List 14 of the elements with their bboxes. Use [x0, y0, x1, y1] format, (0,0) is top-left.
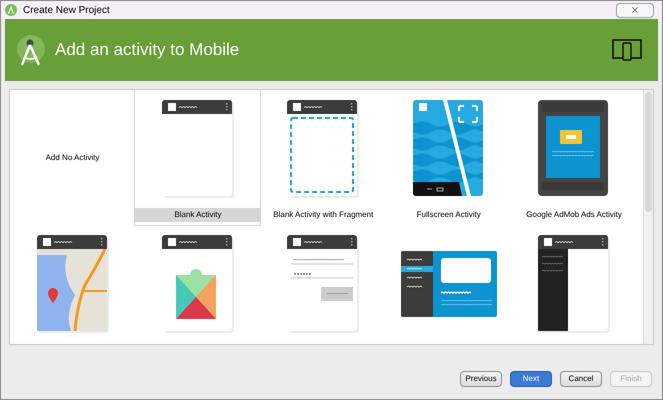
activity-tile[interactable]: Blank Activity: [135, 90, 260, 225]
close-icon: [630, 5, 640, 15]
app-icon: [5, 4, 17, 16]
activity-tile[interactable]: Fullscreen Activity: [386, 90, 512, 225]
header-title: Add an activity to Mobile: [55, 39, 240, 62]
devices-icon: [612, 39, 642, 61]
activity-tile[interactable]: Google AdMob Ads Activity: [512, 90, 637, 225]
close-button[interactable]: [616, 2, 654, 18]
activity-tile[interactable]: Blank Activity with Fragment: [260, 90, 386, 225]
window-title: Create New Project: [23, 4, 110, 18]
cancel-button[interactable]: Cancel: [560, 371, 602, 387]
previous-button[interactable]: Previous: [460, 371, 502, 387]
next-button[interactable]: Next: [510, 371, 552, 387]
activity-tile[interactable]: Add No Activity: [10, 90, 135, 225]
